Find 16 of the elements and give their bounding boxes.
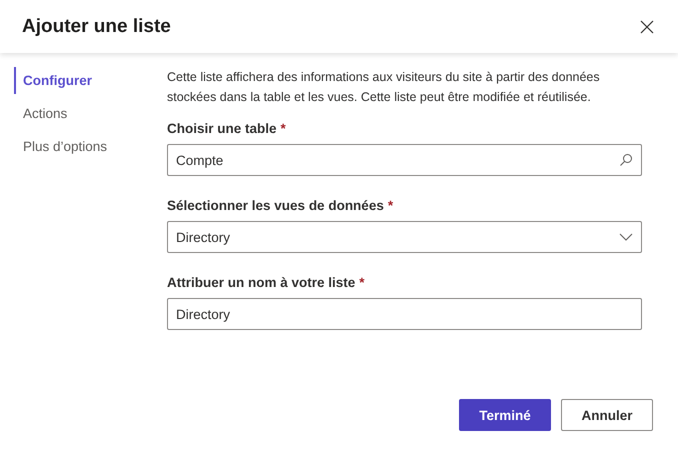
input-field[interactable]: Directory bbox=[167, 298, 642, 330]
primary-button[interactable]: Terminé bbox=[459, 399, 551, 431]
field-label: Sélectionner les vues de données * bbox=[167, 198, 394, 213]
nav-tab[interactable]: Plus d’options bbox=[14, 133, 108, 160]
field-label: Choisir une table * bbox=[167, 121, 287, 136]
close-button[interactable] bbox=[638, 18, 656, 36]
search-field[interactable]: Compte bbox=[167, 144, 642, 176]
dropdown-field[interactable]: Directory bbox=[167, 221, 642, 253]
dialog-title: Ajouter une liste bbox=[22, 16, 171, 38]
cancel-button[interactable]: Annuler bbox=[561, 399, 653, 431]
nav-tab[interactable]: Configurer bbox=[14, 67, 92, 94]
chevron-down-icon[interactable] bbox=[619, 233, 633, 241]
field-label: Attribuer un nom à votre liste * bbox=[167, 275, 366, 290]
description-text: Cette liste affichera des informations aux visiteurs du site à partir des données stockées dans la table et les vues. Cette liste peut être modifiée et réutilisée. bbox=[167, 69, 601, 106]
nav-tab[interactable]: Actions bbox=[14, 100, 68, 127]
search-icon bbox=[619, 153, 633, 167]
